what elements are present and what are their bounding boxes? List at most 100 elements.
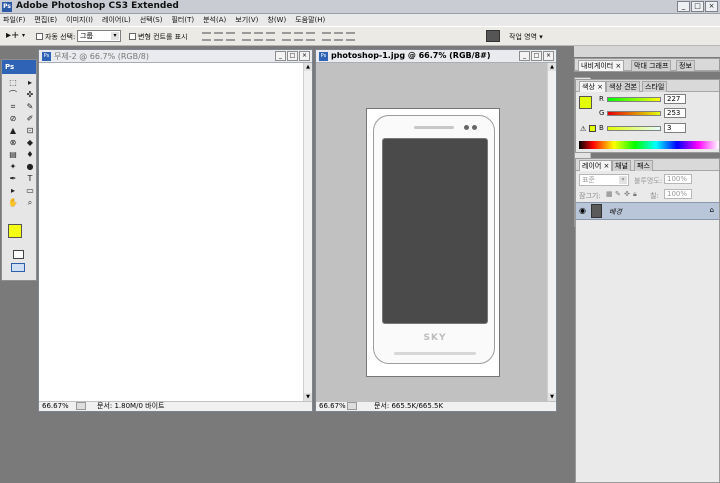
- tool-preset-chevron-icon[interactable]: ▾: [22, 32, 25, 39]
- show-transform-checkbox[interactable]: [129, 33, 136, 40]
- document-window-photoshop-1[interactable]: Ps photoshop-1.jpg @ 66.7% (RGB/8#) _ □ …: [315, 49, 557, 412]
- lock-position-icon[interactable]: ✜: [624, 190, 630, 198]
- layer-row-background[interactable]: ◉ 배경 ⌂: [576, 202, 719, 220]
- clone-stamp-tool-icon[interactable]: ▲: [6, 125, 20, 136]
- scroll-down-icon[interactable]: ▼: [548, 393, 556, 401]
- status-info-icon[interactable]: [347, 402, 357, 410]
- align-vcenter-icon[interactable]: [214, 32, 223, 41]
- status-info-icon[interactable]: [76, 402, 86, 410]
- distribute-left-icon[interactable]: [322, 32, 331, 41]
- document-maximize-button[interactable]: □: [531, 51, 542, 61]
- workspace-menu[interactable]: 작업 영역 ▾: [509, 32, 543, 42]
- document-close-button[interactable]: ×: [543, 51, 554, 61]
- menu-help[interactable]: 도움말(H): [295, 15, 325, 25]
- current-color-swatch[interactable]: [579, 96, 592, 109]
- menu-window[interactable]: 창(W): [267, 15, 286, 25]
- align-hcenter-icon[interactable]: [254, 32, 263, 41]
- move-tool-icon[interactable]: ▸: [23, 77, 37, 88]
- auto-select-dropdown[interactable]: 그룹 ▾: [77, 30, 121, 42]
- marquee-tool-icon[interactable]: ⬚: [6, 77, 20, 88]
- align-bottom-icon[interactable]: [226, 32, 235, 41]
- move-tool-icon[interactable]: ▸+: [6, 30, 19, 41]
- slice-tool-icon[interactable]: ✎: [23, 101, 37, 112]
- scroll-down-icon[interactable]: ▼: [304, 393, 312, 401]
- healing-brush-tool-icon[interactable]: ⊘: [6, 113, 20, 124]
- menu-select[interactable]: 선택(S): [140, 15, 163, 25]
- menu-image[interactable]: 이미지(I): [66, 15, 93, 25]
- menu-edit[interactable]: 편집(E): [34, 15, 57, 25]
- vertical-scrollbar[interactable]: ▲ ▼: [303, 63, 312, 401]
- document-maximize-button[interactable]: □: [287, 51, 298, 61]
- eyedropper-tool-icon[interactable]: ▭: [23, 185, 37, 196]
- opacity-input[interactable]: 100%: [664, 174, 692, 184]
- menu-filter[interactable]: 필터(T): [171, 15, 194, 25]
- distribute-right-icon[interactable]: [346, 32, 355, 41]
- paint-bucket-tool-icon[interactable]: ◆: [23, 137, 37, 148]
- scroll-up-icon[interactable]: ▲: [304, 63, 312, 71]
- align-left-icon[interactable]: [242, 32, 251, 41]
- gamut-color-swatch[interactable]: [589, 125, 596, 132]
- tab-navigator[interactable]: 내비게이터 ×: [578, 60, 625, 71]
- history-brush-tool-icon[interactable]: ⊡: [23, 125, 37, 136]
- document-close-button[interactable]: ×: [299, 51, 310, 61]
- layer-name[interactable]: 배경: [609, 207, 622, 217]
- fill-input[interactable]: 100%: [664, 189, 692, 199]
- document-minimize-button[interactable]: _: [519, 51, 530, 61]
- path-selection-tool-icon[interactable]: ✒: [6, 173, 20, 184]
- r-channel-input[interactable]: 227: [664, 94, 686, 104]
- magic-wand-tool-icon[interactable]: ✜: [23, 89, 37, 100]
- lasso-tool-icon[interactable]: ⌒: [6, 89, 20, 100]
- quick-mask-icon[interactable]: [13, 250, 24, 259]
- tab-channels[interactable]: 채널: [612, 160, 631, 171]
- distribute-top-icon[interactable]: [282, 32, 291, 41]
- menu-view[interactable]: 보기(V): [235, 15, 258, 25]
- tab-color[interactable]: 색상 ×: [579, 81, 606, 92]
- crop-tool-icon[interactable]: ⌗: [6, 101, 20, 112]
- vertical-scrollbar[interactable]: ▲ ▼: [547, 63, 556, 401]
- zoom-level[interactable]: 66.67%: [319, 402, 346, 411]
- b-channel-input[interactable]: 3: [664, 123, 686, 133]
- pen-tool-icon[interactable]: ✦: [6, 161, 20, 172]
- foreground-color-swatch[interactable]: [8, 224, 22, 238]
- document-canvas[interactable]: SKY: [316, 63, 547, 401]
- color-spectrum-bar[interactable]: [579, 141, 719, 149]
- eraser-tool-icon[interactable]: ⊗: [6, 137, 20, 148]
- brush-tool-icon[interactable]: ✐: [23, 113, 37, 124]
- g-channel-input[interactable]: 253: [664, 108, 686, 118]
- tab-styles[interactable]: 스타일: [642, 81, 668, 92]
- hand-tool-icon[interactable]: ✋: [6, 197, 20, 208]
- lock-all-icon[interactable]: 🔒︎: [633, 190, 637, 199]
- zoom-level[interactable]: 66.67%: [42, 402, 69, 411]
- document-minimize-button[interactable]: _: [275, 51, 286, 61]
- screen-mode-icon[interactable]: [11, 263, 25, 272]
- document-titlebar[interactable]: Ps 무제-2 @ 66.7% (RGB/8) _ □ ×: [39, 50, 312, 63]
- auto-select-checkbox[interactable]: [36, 33, 43, 40]
- r-channel-slider[interactable]: [607, 97, 661, 102]
- lock-image-icon[interactable]: ✎: [615, 190, 621, 198]
- document-titlebar[interactable]: Ps photoshop-1.jpg @ 66.7% (RGB/8#) _ □ …: [316, 50, 556, 63]
- rectangle-tool-icon[interactable]: T: [23, 173, 37, 184]
- b-channel-slider[interactable]: [607, 126, 661, 131]
- tab-swatches[interactable]: 색상 견본: [606, 81, 640, 92]
- lock-transparency-icon[interactable]: ▦: [606, 190, 613, 198]
- distribute-hcenter-icon[interactable]: [334, 32, 343, 41]
- type-tool-icon[interactable]: ●: [23, 161, 37, 172]
- tab-histogram[interactable]: 막대 그래프: [631, 60, 672, 71]
- document-window-untitled[interactable]: Ps 무제-2 @ 66.7% (RGB/8) _ □ × ▲ ▼ 66.67%…: [38, 49, 313, 412]
- minimize-button[interactable]: _: [677, 1, 690, 12]
- align-right-icon[interactable]: [266, 32, 275, 41]
- toolbox-header[interactable]: Ps: [2, 60, 36, 74]
- menu-file[interactable]: 파일(F): [3, 15, 25, 25]
- bridge-icon[interactable]: [486, 30, 500, 42]
- menu-layer[interactable]: 레이어(L): [102, 15, 131, 25]
- scroll-up-icon[interactable]: ▲: [548, 63, 556, 71]
- blur-tool-icon[interactable]: ▤: [6, 149, 20, 160]
- tab-info[interactable]: 정보: [676, 60, 695, 71]
- layer-visibility-eye-icon[interactable]: ◉: [579, 206, 586, 215]
- g-channel-slider[interactable]: [607, 111, 661, 116]
- zoom-tool-icon[interactable]: ⌕: [23, 197, 37, 208]
- distribute-bottom-icon[interactable]: [306, 32, 315, 41]
- notes-tool-icon[interactable]: ▸: [6, 185, 20, 196]
- align-top-icon[interactable]: [202, 32, 211, 41]
- close-button[interactable]: ×: [705, 1, 718, 12]
